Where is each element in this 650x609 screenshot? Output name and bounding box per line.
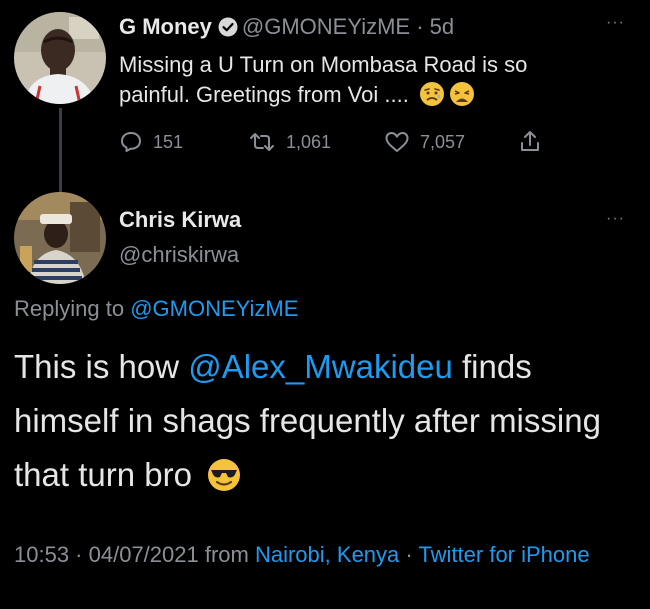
tweet2-text-start: This is how xyxy=(14,348,189,385)
reply-button[interactable]: 151 xyxy=(119,130,183,154)
avatar-gmoney[interactable] xyxy=(14,12,106,104)
retweet-count: 1,061 xyxy=(286,131,332,152)
reply-count: 151 xyxy=(153,131,184,152)
tweet2-source-link[interactable]: Twitter for iPhone xyxy=(418,542,589,567)
avatar-chriskirwa[interactable] xyxy=(14,192,106,284)
tweet2-handle[interactable]: @chriskirwa xyxy=(119,242,239,268)
replying-to-handle-link[interactable]: @GMONEYizME xyxy=(130,296,298,321)
tweet2-meta: 10:53 · 04/07/2021 from Nairobi, Kenya ·… xyxy=(14,538,634,572)
smiling-face-with-sunglasses-icon xyxy=(207,454,241,508)
tweet2-date[interactable]: 04/07/2021 xyxy=(89,542,199,567)
tweet2-from-label: from xyxy=(198,542,255,567)
reply-icon xyxy=(119,130,143,154)
retweet-button[interactable]: 1,061 xyxy=(248,130,331,154)
tweet2-time[interactable]: 10:53 xyxy=(14,542,69,567)
like-count: 7,057 xyxy=(420,131,466,152)
tweet2-text-block: This is how @Alex_Mwakideu finds himself… xyxy=(14,340,634,508)
weary-face-icon xyxy=(449,81,475,115)
tweet2-date-separator: · xyxy=(69,542,89,567)
like-button[interactable]: 7,057 xyxy=(384,130,465,154)
heart-icon xyxy=(384,130,410,154)
tweet1-age[interactable]: 5d xyxy=(430,14,454,39)
avatar-gmoney-image xyxy=(14,12,106,104)
tweet1-more-options-icon[interactable]: ··· xyxy=(606,14,625,32)
tweet2-source-separator: · xyxy=(399,542,419,567)
avatar-chriskirwa-image xyxy=(14,192,106,284)
retweet-icon xyxy=(248,130,276,154)
tweet1-text-block: Missing a U Turn on Mombasa Road is so p… xyxy=(119,50,599,115)
tweet2-display-name[interactable]: Chris Kirwa xyxy=(119,207,241,233)
thread-connector xyxy=(59,108,62,196)
tweet1-handle[interactable]: @GMONEYizME xyxy=(242,14,410,39)
tweet1-display-name[interactable]: G Money xyxy=(119,14,212,39)
share-icon xyxy=(518,128,542,154)
mention-link[interactable]: @Alex_Mwakideu xyxy=(188,348,453,385)
replying-to-label: Replying to xyxy=(14,296,131,321)
tweet2-location-link[interactable]: Nairobi, Kenya xyxy=(255,542,399,567)
tweet1-header: G Money @GMONEYizME · 5d xyxy=(119,14,454,43)
share-button[interactable] xyxy=(518,128,542,154)
tweet1-separator: · xyxy=(410,14,430,39)
tweet2-more-options-icon[interactable]: ··· xyxy=(606,210,625,228)
verified-badge-icon xyxy=(218,17,238,43)
sad-relieved-face-icon xyxy=(419,81,445,115)
replying-to-line: Replying to @GMONEYizME xyxy=(14,296,298,322)
